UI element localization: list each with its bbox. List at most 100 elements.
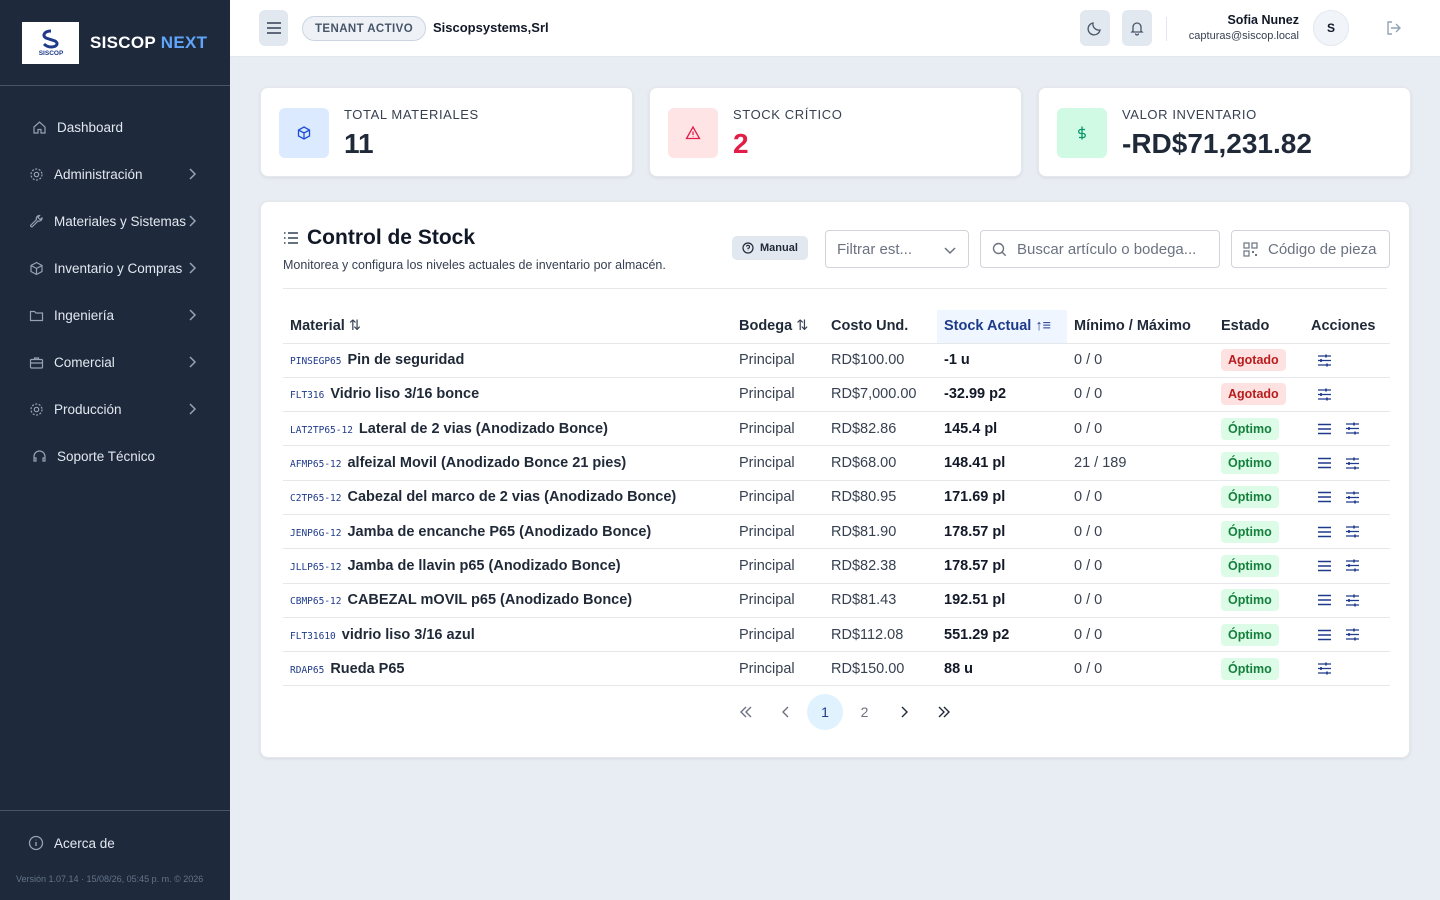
actions-cell [1304,583,1390,618]
actions-cell [1304,343,1390,378]
adjust-sliders-button[interactable] [1317,354,1332,367]
stock-cell: 178.57 pl [937,548,1067,584]
info-icon [28,835,44,851]
adjust-sliders-button[interactable] [1345,491,1360,504]
svg-text:SISCOP: SISCOP [38,50,63,57]
chevron-left-icon [781,706,788,718]
col-stock-actual[interactable]: Stock Actual ↑≡ [937,310,1067,344]
stock-cell: 171.69 pl [937,480,1067,515]
cube-icon [279,108,329,158]
row-actions [1311,594,1390,607]
cost-cell: RD$100.00 [824,343,937,378]
row-actions [1311,457,1390,470]
details-list-button[interactable] [1317,526,1332,538]
sidebar-footer: Acerca de Versión 1.07.14 · 15/08/26, 05… [0,810,230,900]
avatar[interactable]: S [1313,10,1349,46]
page-button[interactable]: 2 [847,694,883,730]
cost-cell: RD$80.95 [824,480,937,515]
row-actions [1311,388,1390,401]
details-list-button[interactable] [1317,594,1332,606]
details-list-button[interactable] [1317,491,1332,503]
menu-toggle-button[interactable] [259,10,288,46]
min-max-cell: 0 / 0 [1067,617,1214,653]
notifications-button[interactable] [1122,10,1152,46]
manual-label: Manual [760,242,798,254]
stat-value: -RD$71,231.82 [1122,128,1312,159]
stock-cell: 88 u [937,651,1067,687]
material-cell: PINSEGP65 Pin de seguridad [283,343,732,378]
col-bodega[interactable]: Bodega ⇅ [732,310,824,344]
brand-name: SISCOP NEXT [90,32,208,52]
bodega-cell: Principal [732,583,824,618]
sidebar-item-label: Dashboard [57,120,124,135]
adjust-sliders-button[interactable] [1345,422,1360,435]
stock-panel: Control de Stock Monitorea y configura l… [260,201,1410,758]
bodega-cell: Principal [732,651,824,687]
sidebar-item-ingenieria[interactable]: Ingeniería [0,292,230,339]
actions-cell [1304,411,1390,447]
first-page-button[interactable] [728,694,764,730]
adjust-sliders-button[interactable] [1345,594,1360,607]
material-cell: AFMP65-12 alfeizal Movil (Anodizado Bonce… [283,445,732,481]
moon-icon [1087,22,1101,36]
logout-button[interactable] [1385,19,1403,42]
table-row: FLT316 Vidrio liso 3/16 bonce Principal RD$… [283,377,1390,413]
adjust-sliders-button[interactable] [1345,628,1360,641]
part-code-input[interactable]: Código de pieza [1231,230,1390,268]
stock-cell: -32.99 p2 [937,377,1067,413]
col-estado: Estado [1214,310,1304,344]
min-max-cell: 21 / 189 [1067,445,1214,481]
brand: SISCOP SISCOP NEXT [0,0,230,86]
sidebar-item-inventario-y-compras[interactable]: Inventario y Compras [0,245,230,292]
col-material[interactable]: Material ⇅ [283,310,732,344]
next-page-button[interactable] [886,694,922,730]
search-input[interactable]: Buscar artículo o bodega... [980,230,1220,268]
gear-icon [28,167,44,183]
sidebar-item-comercial[interactable]: Comercial [0,339,230,386]
sidebar-item-label: Administración [54,167,143,182]
details-list-button[interactable] [1317,560,1332,572]
about-link[interactable]: Acerca de [28,835,115,851]
details-list-button[interactable] [1317,629,1332,641]
adjust-sliders-button[interactable] [1317,388,1332,401]
sidebar-item-materiales-y-sistemas[interactable]: Materiales y Sistemas [0,198,230,245]
chevron-right-icon [188,214,198,231]
sidebar-item-administracion[interactable]: Administración [0,151,230,198]
adjust-sliders-button[interactable] [1345,559,1360,572]
manual-button[interactable]: Manual [732,236,808,260]
material-code: FLT31610 [290,630,336,642]
min-max-cell: 0 / 0 [1067,548,1214,584]
user-name: Sofia Nunez [1227,13,1299,27]
table-row: C2TP65-12 Cabezal del marco de 2 vias (An… [283,480,1390,515]
sidebar-item-produccion[interactable]: Producción [0,386,230,433]
bodega-cell: Principal [732,445,824,481]
page-title-text: Control de Stock [307,226,476,249]
status-cell: Óptimo [1214,617,1304,653]
tenant-name: Siscopsystems,Srl [433,20,549,35]
prev-page-button[interactable] [768,694,804,730]
sidebar-item-soporte-tecnico[interactable]: Soporte Técnico [0,433,230,480]
status-cell: Óptimo [1214,651,1304,687]
row-actions [1311,422,1390,435]
status-badge: Agotado [1221,383,1286,406]
box-icon [28,261,44,277]
row-actions [1311,662,1390,675]
bodega-cell: Principal [732,548,824,584]
details-list-button[interactable] [1317,457,1332,469]
part-code-placeholder: Código de pieza [1268,240,1377,258]
adjust-sliders-button[interactable] [1317,662,1332,675]
last-page-button[interactable] [926,694,962,730]
details-list-button[interactable] [1317,423,1332,435]
chevron-right-icon [188,308,198,325]
stock-cell: 551.29 p2 [937,617,1067,653]
adjust-sliders-button[interactable] [1345,525,1360,538]
status-filter-select[interactable]: Filtrar est... [825,230,969,268]
material-cell: JENP6G-12 Jamba de encanche P65 (Anodizad… [283,514,732,550]
search-placeholder: Buscar artículo o bodega... [1017,240,1197,258]
page-button[interactable]: 1 [807,694,843,730]
adjust-sliders-button[interactable] [1345,457,1360,470]
hamburger-icon [266,22,281,34]
theme-toggle-button[interactable] [1080,10,1110,46]
help-icon [742,242,754,254]
sidebar-item-dashboard[interactable]: Dashboard [0,104,230,151]
